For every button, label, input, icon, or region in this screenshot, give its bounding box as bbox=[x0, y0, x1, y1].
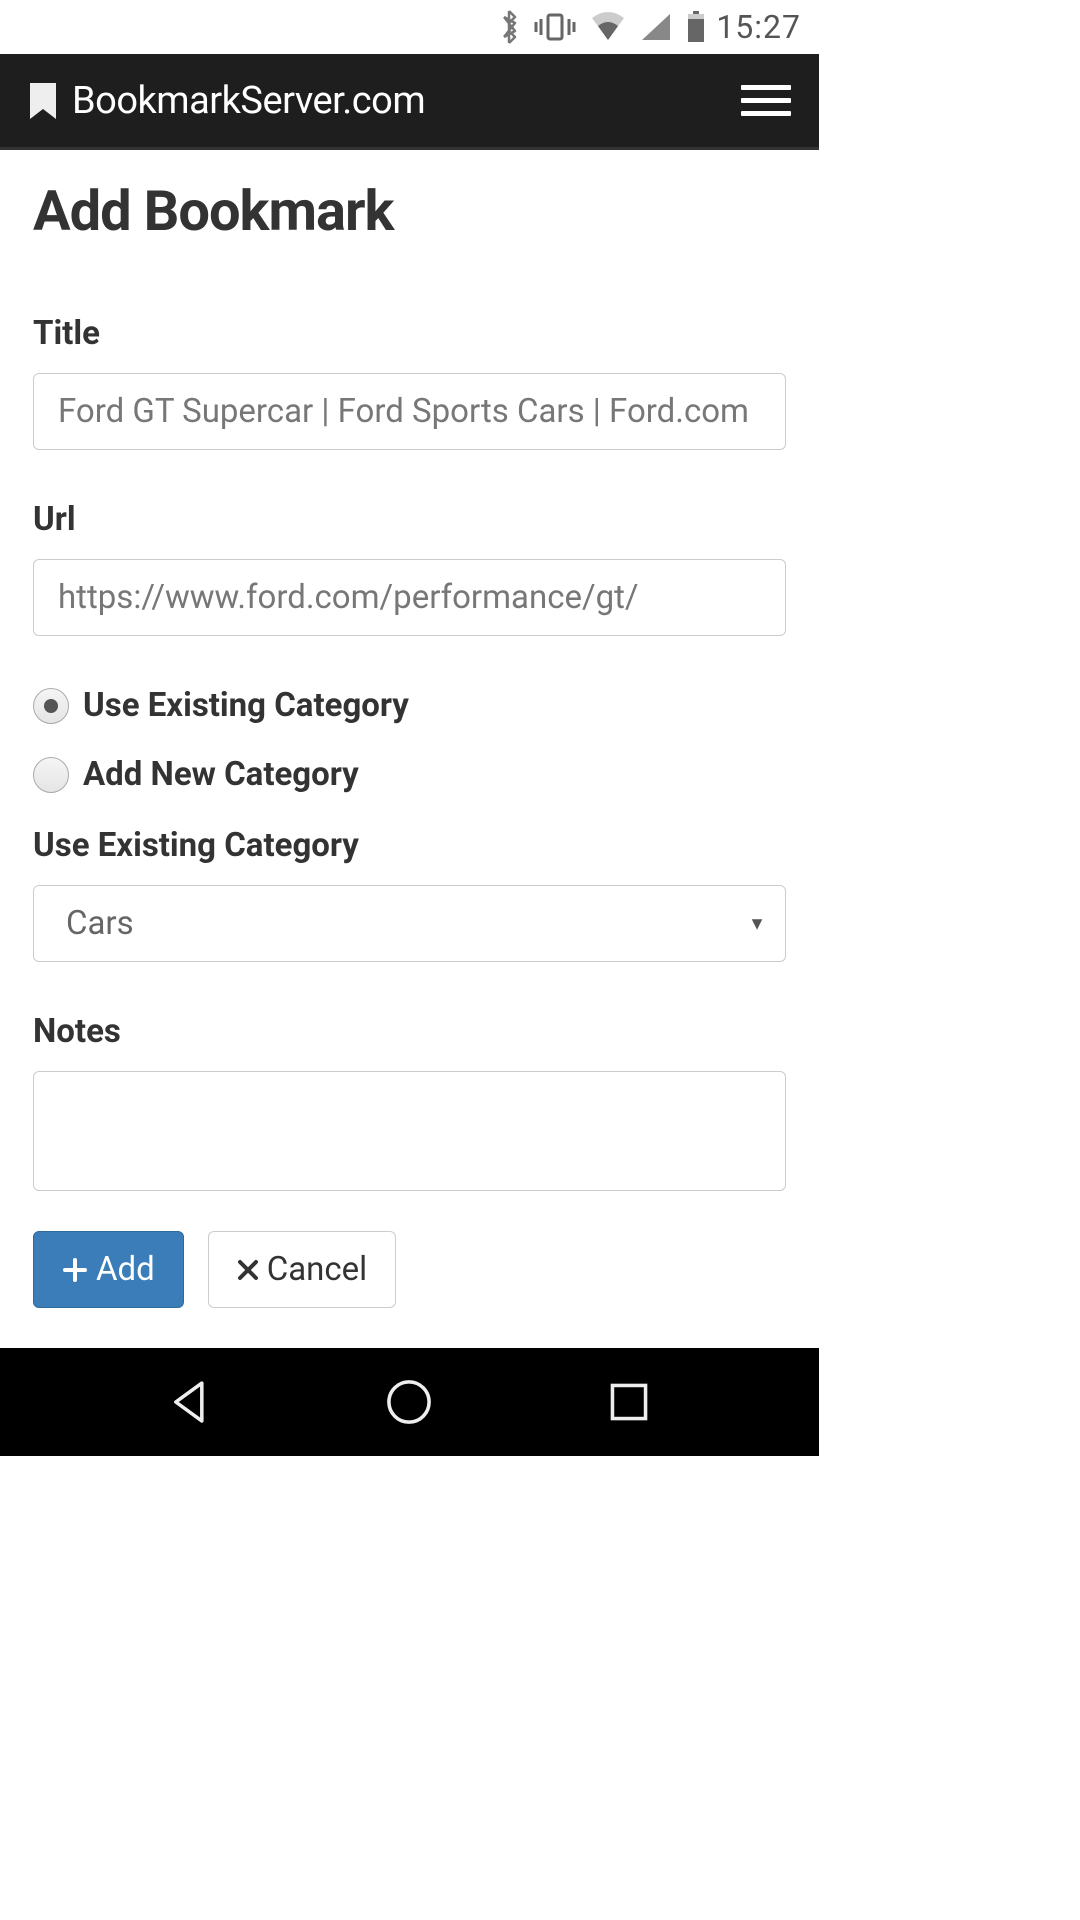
signal-icon bbox=[640, 12, 672, 42]
bookmark-icon bbox=[28, 81, 58, 121]
app-title: BookmarkServer.com bbox=[72, 79, 425, 123]
plus-icon bbox=[62, 1257, 88, 1283]
notes-label: Notes bbox=[33, 1012, 786, 1051]
title-input[interactable] bbox=[33, 373, 786, 450]
cancel-button-label: Cancel bbox=[267, 1250, 367, 1289]
add-button[interactable]: Add bbox=[33, 1231, 184, 1308]
close-icon bbox=[237, 1259, 259, 1281]
button-row: Add Cancel bbox=[33, 1231, 786, 1308]
back-button[interactable] bbox=[164, 1376, 216, 1428]
url-input[interactable] bbox=[33, 559, 786, 636]
status-bar: 15:27 bbox=[0, 0, 819, 54]
url-label: Url bbox=[33, 500, 786, 539]
hamburger-icon bbox=[741, 85, 791, 90]
content: Add Bookmark Title Url Use Existing Cate… bbox=[0, 150, 819, 1348]
radio-icon bbox=[33, 757, 69, 793]
add-button-label: Add bbox=[96, 1250, 155, 1289]
android-nav-bar bbox=[0, 1348, 819, 1456]
home-button[interactable] bbox=[383, 1376, 435, 1428]
category-select[interactable]: Cars bbox=[33, 885, 786, 962]
menu-button[interactable] bbox=[741, 75, 791, 126]
status-time: 15:27 bbox=[716, 8, 801, 46]
app-header: BookmarkServer.com bbox=[0, 54, 819, 150]
battery-icon bbox=[686, 11, 706, 43]
category-label: Use Existing Category bbox=[33, 826, 786, 865]
notes-input[interactable] bbox=[33, 1071, 786, 1191]
recent-button[interactable] bbox=[603, 1376, 655, 1428]
wifi-icon bbox=[590, 12, 626, 42]
cancel-button[interactable]: Cancel bbox=[208, 1231, 396, 1308]
radio-icon bbox=[33, 688, 69, 724]
category-select-wrap: Cars ▼ bbox=[33, 885, 786, 962]
status-icons bbox=[498, 9, 706, 45]
app-header-left: BookmarkServer.com bbox=[28, 79, 425, 123]
vibrate-icon bbox=[534, 11, 576, 43]
radio-existing-label: Use Existing Category bbox=[83, 686, 409, 725]
radio-new-label: Add New Category bbox=[83, 755, 359, 794]
title-label: Title bbox=[33, 314, 786, 353]
page-title: Add Bookmark bbox=[33, 178, 786, 244]
radio-use-existing[interactable]: Use Existing Category bbox=[33, 686, 786, 725]
radio-add-new[interactable]: Add New Category bbox=[33, 755, 786, 794]
bluetooth-icon bbox=[498, 9, 520, 45]
